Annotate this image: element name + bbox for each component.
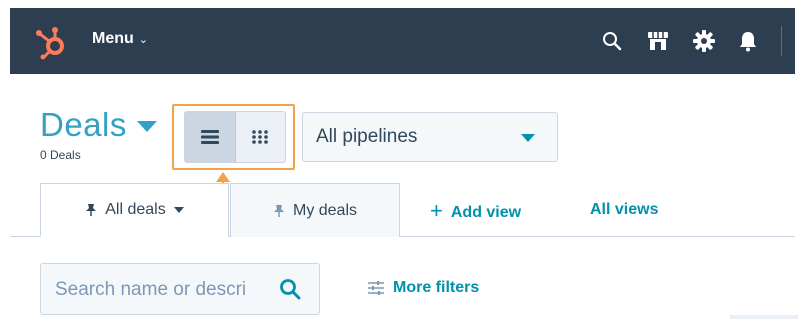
main-menu-button[interactable]: Menu ⌄ (92, 30, 148, 48)
tab-all-deals[interactable]: All deals (40, 183, 229, 237)
list-view-icon (200, 130, 219, 144)
caret-down-icon (136, 120, 157, 132)
settings-icon[interactable] (692, 29, 716, 53)
marketplace-icon[interactable] (646, 29, 670, 53)
page-title: Deals (40, 106, 127, 143)
menu-label: Menu (92, 30, 134, 47)
plus-icon: + (430, 198, 443, 223)
dropdown-caret-icon (521, 134, 535, 142)
hubspot-logo[interactable] (34, 24, 70, 60)
search-input[interactable]: Search name or descri (40, 263, 320, 315)
list-view-button[interactable] (185, 112, 236, 162)
tab-all-deals-label: All deals (105, 201, 166, 218)
more-filters-label: More filters (393, 279, 480, 296)
all-views-label: All views (590, 201, 659, 218)
chevron-down-icon: ⌄ (138, 33, 148, 46)
top-navigation-bar: Menu ⌄ (10, 8, 795, 74)
pin-icon (86, 204, 97, 216)
tab-my-deals-label: My deals (292, 201, 358, 219)
pipeline-select-value: All pipelines (316, 126, 418, 147)
board-view-button[interactable] (236, 112, 286, 162)
board-view-icon (252, 130, 269, 144)
more-filters-button[interactable]: More filters (368, 279, 479, 297)
all-views-link[interactable]: All views (590, 201, 658, 219)
topbar-divider (781, 26, 782, 56)
record-count: 0 Deals (40, 148, 81, 162)
add-view-label: Add view (450, 203, 522, 221)
search-icon[interactable] (279, 278, 301, 300)
tab-my-deals[interactable]: My deals (230, 183, 400, 237)
caret-down-icon (173, 207, 184, 213)
page-title-dropdown[interactable]: Deals (40, 106, 157, 144)
pin-icon (273, 204, 284, 217)
table-edge (730, 315, 798, 319)
notifications-icon[interactable] (736, 29, 760, 53)
search-placeholder: Search name or descri (55, 279, 247, 300)
view-toggle (184, 111, 286, 163)
filter-sliders-icon (368, 281, 384, 295)
pipeline-select[interactable]: All pipelines (302, 112, 558, 162)
add-view-button[interactable]: + Add view (430, 198, 522, 224)
search-icon[interactable] (600, 29, 624, 53)
